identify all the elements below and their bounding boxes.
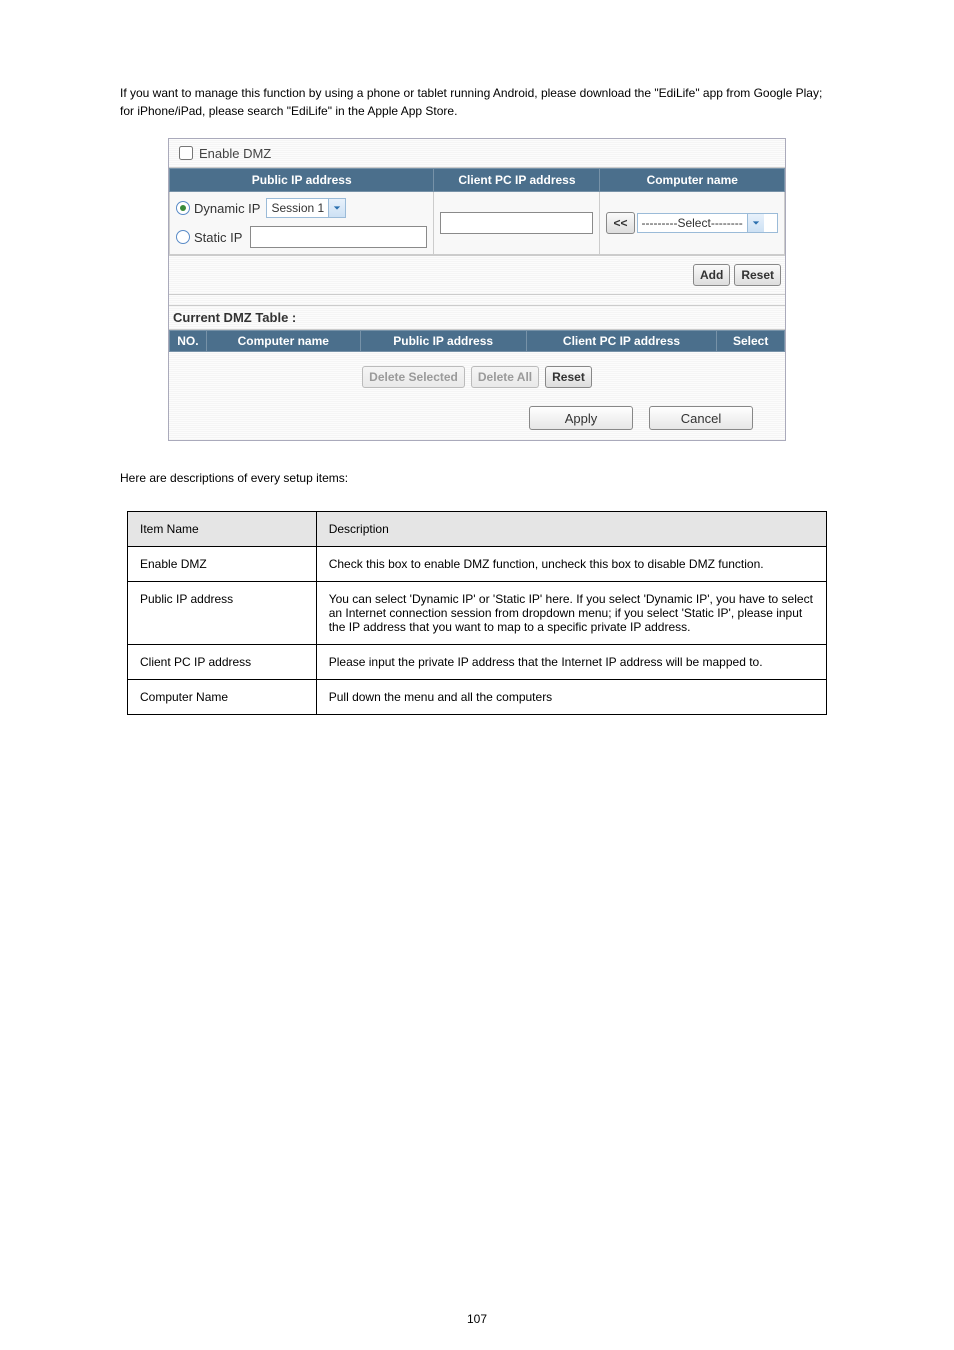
table-row: Enable DMZ Check this box to enable DMZ … <box>128 547 827 582</box>
static-ip-label: Static IP <box>194 230 242 245</box>
header-computer-name: Computer name <box>600 169 785 192</box>
chevron-down-icon <box>328 199 345 217</box>
cancel-button[interactable]: Cancel <box>649 406 753 430</box>
page-number: 107 <box>0 1312 954 1326</box>
add-button[interactable]: Add <box>693 264 730 286</box>
delete-all-button[interactable]: Delete All <box>471 366 539 388</box>
insert-button[interactable]: << <box>606 212 634 234</box>
intro-text: If you want to manage this function by u… <box>120 84 834 120</box>
header-public-ip: Public IP address <box>170 169 434 192</box>
info-head-desc: Description <box>316 512 826 547</box>
list-header-computer-name: Computer name <box>206 331 360 352</box>
dynamic-ip-radio[interactable] <box>176 201 190 215</box>
info-heading: Here are descriptions of every setup ite… <box>120 469 834 487</box>
reset-list-button[interactable]: Reset <box>545 366 592 388</box>
chevron-down-icon <box>747 214 764 232</box>
static-ip-input[interactable] <box>250 226 427 248</box>
static-ip-radio[interactable] <box>176 230 190 244</box>
dynamic-ip-label: Dynamic IP <box>194 201 260 216</box>
header-client-ip: Client PC IP address <box>434 169 600 192</box>
delete-selected-button[interactable]: Delete Selected <box>362 366 465 388</box>
enable-dmz-checkbox[interactable] <box>179 146 193 160</box>
enable-dmz-label: Enable DMZ <box>199 146 271 161</box>
info-head-item: Item Name <box>128 512 317 547</box>
current-dmz-table-title: Current DMZ Table : <box>169 306 785 330</box>
client-ip-input[interactable] <box>440 212 593 234</box>
dmz-panel: Enable DMZ Public IP address Client PC I… <box>168 138 786 441</box>
apply-button[interactable]: Apply <box>529 406 633 430</box>
table-row: Computer Name Pull down the menu and all… <box>128 680 827 715</box>
list-header-public-ip: Public IP address <box>360 331 526 352</box>
info-table: Item Name Description Enable DMZ Check t… <box>127 511 827 715</box>
table-row: Client PC IP address Please input the pr… <box>128 645 827 680</box>
list-header-no: NO. <box>170 331 207 352</box>
list-header-client-ip: Client PC IP address <box>526 331 717 352</box>
list-header-select: Select <box>717 331 785 352</box>
computer-name-select[interactable]: ---------Select-------- <box>637 213 779 233</box>
session-select[interactable]: Session 1 <box>266 198 346 218</box>
reset-button[interactable]: Reset <box>734 264 781 286</box>
table-row: Public IP address You can select 'Dynami… <box>128 582 827 645</box>
